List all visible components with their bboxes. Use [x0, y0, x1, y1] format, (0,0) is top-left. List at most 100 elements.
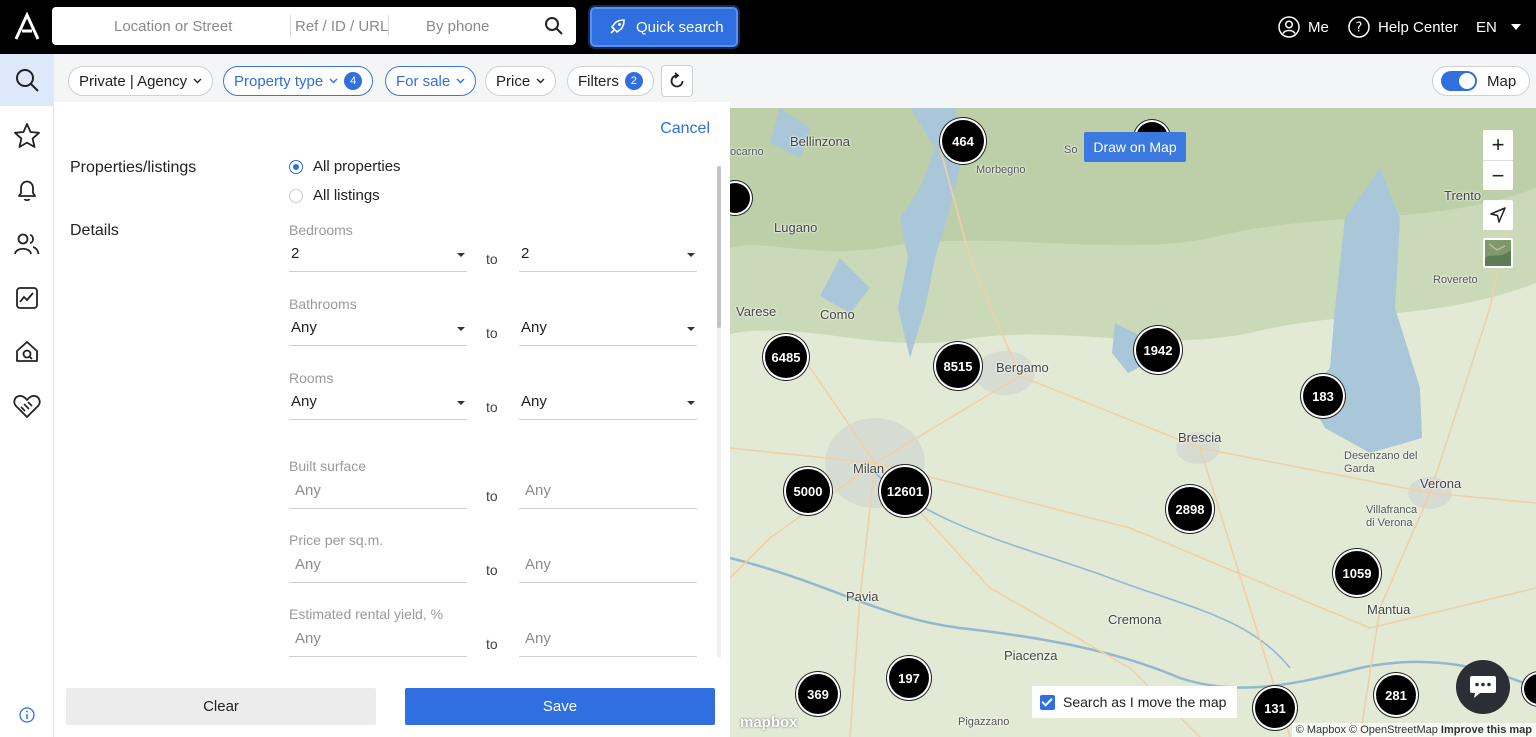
cluster-marker[interactable]: 1059 — [1335, 551, 1379, 595]
chevron-down-icon — [536, 78, 545, 84]
refresh-button[interactable] — [661, 65, 693, 97]
location-input[interactable]: Location or Street — [114, 7, 284, 45]
city-label: ocarno — [730, 146, 764, 158]
sidebar-item-search[interactable] — [0, 54, 54, 106]
chevron-down-icon — [456, 78, 465, 84]
search-icon[interactable] — [544, 16, 564, 36]
sidebar-item-properties[interactable] — [0, 326, 54, 378]
rooms-from-select[interactable]: Any — [289, 388, 467, 420]
caret-down-icon — [457, 253, 465, 257]
clear-button[interactable]: Clear — [66, 688, 376, 725]
sidebar-item-info[interactable] — [0, 690, 54, 737]
quick-search-label: Quick search — [636, 18, 724, 36]
rooms-label: Rooms — [289, 370, 334, 386]
cluster-marker[interactable]: 2898 — [1168, 487, 1212, 531]
to-label: to — [486, 562, 498, 578]
chevron-down-icon — [193, 78, 202, 84]
me-menu[interactable]: Me — [1278, 0, 1329, 54]
rental-yield-from-input[interactable]: Any — [289, 625, 467, 657]
built-surface-from-input[interactable]: Any — [289, 477, 467, 509]
search-as-i-move-label: Search as I move the map — [1063, 694, 1227, 710]
for-sale-dropdown[interactable]: For sale — [385, 66, 477, 96]
city-label: Rovereto — [1433, 274, 1478, 286]
city-label: Villafranca di Verona — [1366, 504, 1418, 529]
city-label: Desenzano del Garda — [1344, 450, 1418, 475]
rental-yield-label: Estimated rental yield, % — [289, 606, 444, 622]
city-label: Mantua — [1367, 602, 1411, 617]
for-sale-label: For sale — [396, 72, 451, 90]
draw-on-map-button[interactable]: Draw on Map — [1084, 132, 1186, 162]
bathrooms-from-select[interactable]: Any — [289, 314, 467, 346]
rooms-to-select[interactable]: Any — [519, 388, 697, 420]
home-search-icon — [16, 341, 38, 362]
app-logo-icon[interactable] — [12, 12, 42, 42]
language-label: EN — [1476, 18, 1497, 36]
cluster-marker[interactable]: 197 — [889, 658, 929, 698]
radio-selected[interactable] — [289, 159, 303, 174]
caret-down-icon — [687, 253, 695, 257]
map-toggle-label: Map — [1487, 72, 1517, 90]
bathrooms-to-select[interactable]: Any — [519, 314, 697, 346]
refresh-icon — [670, 72, 684, 88]
rooms-from-value: Any — [291, 393, 317, 410]
zoom-in-button[interactable]: + — [1483, 130, 1513, 160]
cluster-marker[interactable]: 6485 — [765, 336, 807, 378]
filters-button[interactable]: Filters 2 — [567, 66, 654, 96]
all-properties-radio[interactable]: All properties — [289, 158, 401, 175]
cluster-marker[interactable]: 1942 — [1136, 328, 1180, 372]
built-surface-to-input[interactable]: Any — [519, 477, 697, 509]
bedrooms-to-select[interactable]: 2 — [519, 240, 697, 272]
rental-yield-to-input[interactable]: Any — [519, 625, 697, 657]
search-as-i-move-checkbox[interactable]: Search as I move the map — [1032, 686, 1237, 718]
locate-button[interactable] — [1483, 200, 1513, 230]
cluster-marker[interactable]: 12601 — [881, 467, 929, 515]
search-icon — [16, 69, 39, 92]
cluster-marker[interactable]: 131 — [1255, 688, 1295, 728]
ref-input[interactable]: Ref / ID / URL — [295, 7, 390, 45]
help-center-link[interactable]: ? Help Center — [1348, 0, 1458, 54]
radio-unselected[interactable] — [289, 188, 303, 203]
price-per-sqm-from-input[interactable]: Any — [289, 551, 467, 583]
cluster-marker[interactable]: 5000 — [786, 469, 830, 513]
property-type-dropdown[interactable]: Property type 4 — [223, 66, 374, 96]
phone-input[interactable]: By phone — [426, 7, 526, 45]
price-label: Price — [496, 72, 531, 90]
cluster-marker[interactable]: 464 — [942, 120, 984, 162]
bedrooms-label: Bedrooms — [289, 222, 353, 238]
private-agency-dropdown[interactable]: Private | Agency — [68, 66, 214, 96]
sidebar-item-contacts[interactable] — [0, 218, 54, 270]
bedrooms-from-select[interactable]: 2 — [289, 240, 467, 272]
checkbox-checked[interactable] — [1040, 694, 1055, 710]
sidebar — [0, 54, 54, 737]
map-switch[interactable] — [1441, 71, 1477, 91]
cluster-marker[interactable]: 183 — [1303, 376, 1343, 416]
cluster-marker[interactable]: 369 — [798, 674, 838, 714]
save-button[interactable]: Save — [405, 688, 715, 725]
private-agency-label: Private | Agency — [79, 72, 188, 90]
map-toggle[interactable]: Map — [1432, 66, 1530, 96]
rooms-to-value: Any — [521, 393, 547, 410]
price-dropdown[interactable]: Price — [485, 66, 557, 96]
language-selector[interactable]: EN — [1476, 0, 1521, 54]
cancel-button[interactable]: Cancel — [660, 120, 710, 138]
panel-scrollbar[interactable] — [717, 166, 721, 658]
improve-map-link[interactable]: Improve this map — [1441, 724, 1532, 736]
map-style-button[interactable] — [1483, 238, 1513, 268]
sidebar-item-alerts[interactable] — [0, 164, 54, 216]
properties-listings-label: Properties/listings — [70, 159, 197, 176]
map-view[interactable]: Bellinzona Morbegno Lugano Varese Como B… — [730, 108, 1536, 737]
chat-button[interactable] — [1456, 660, 1510, 714]
sidebar-item-deals[interactable] — [0, 380, 54, 432]
city-label: Bergamo — [996, 360, 1049, 375]
cluster-marker[interactable]: 281 — [1376, 675, 1416, 715]
all-listings-radio[interactable]: All listings — [289, 187, 380, 204]
price-per-sqm-to-input[interactable]: Any — [519, 551, 697, 583]
sidebar-item-analytics[interactable] — [0, 272, 54, 324]
bathrooms-to-value: Any — [521, 319, 547, 336]
panel-scrollbar-thumb[interactable] — [717, 166, 721, 328]
quick-search-button[interactable]: Quick search — [590, 7, 738, 47]
cluster-marker[interactable]: 8515 — [936, 344, 980, 388]
sidebar-item-favorites[interactable] — [0, 110, 54, 162]
bedrooms-to-value: 2 — [521, 245, 530, 262]
zoom-out-button[interactable]: − — [1483, 160, 1513, 190]
